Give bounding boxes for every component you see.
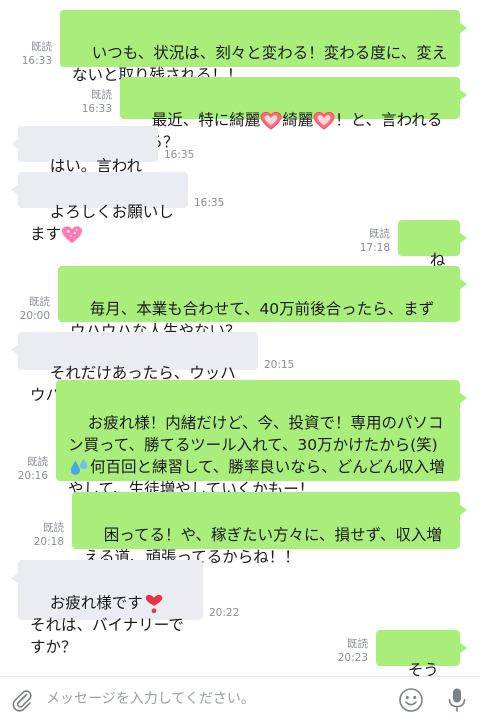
message-meta: 既読 16:33: [18, 40, 52, 68]
timestamp: 20:22: [209, 607, 240, 619]
timestamp: 16:33: [21, 55, 52, 67]
message-text: お疲れ様です: [49, 594, 143, 612]
read-receipt: 既読: [347, 638, 368, 650]
read-receipt: 既読: [29, 296, 50, 308]
message-meta: 既読 20:23: [334, 637, 368, 665]
message-bubble-outgoing[interactable]: いつも、状況は、刻々と変わる！変わる度に、変えないと取り残される！！: [60, 10, 467, 84]
message-meta: 既読 16:33: [78, 88, 112, 116]
sweat-drops-icon: [70, 458, 88, 475]
red-heart-exclamation-icon: [145, 594, 162, 613]
message-text: お疲れ様！内緒だけど、今、投資で！専用のパソコン買って、勝てるツール入れて、30…: [68, 414, 444, 454]
message-text: それは、バイナリーですか？: [30, 616, 184, 656]
read-receipt: 既読: [43, 522, 64, 534]
message-bubble-incoming[interactable]: よろしくお願いします: [11, 172, 188, 243]
message-text: 綺麗: [282, 111, 314, 129]
sparkling-heart-icon: [313, 111, 335, 130]
read-receipt: 既読: [27, 456, 48, 468]
message-bubble-outgoing[interactable]: 毎月、本業も合わせて、40万前後合ったら、まずウハウハな人生やない？: [58, 266, 467, 340]
read-receipt: 既読: [91, 89, 112, 101]
message-composer: [0, 676, 480, 721]
timestamp: 16:35: [194, 197, 225, 209]
message-meta: 既読 17:18: [356, 227, 390, 255]
timestamp: 17:18: [359, 242, 390, 254]
timestamp: 20:23: [337, 652, 368, 664]
smiley-icon[interactable]: [398, 687, 424, 713]
message-meta: 20:15: [264, 358, 304, 372]
paperclip-icon[interactable]: [10, 688, 34, 712]
message-input[interactable]: [46, 685, 386, 713]
message-meta: 既読 20:18: [30, 521, 64, 549]
message-bubble-incoming[interactable]: はい。言われます。: [11, 126, 158, 197]
read-receipt: 既読: [31, 41, 52, 53]
message-bubble-incoming[interactable]: お疲れ様ですそれは、バイナリーですか？: [11, 560, 203, 656]
read-receipt: 既読: [369, 228, 390, 240]
message-text: 最近、特に綺麗: [151, 111, 261, 129]
timestamp: 20:15: [264, 359, 295, 371]
sparkling-heart-icon: [260, 111, 282, 130]
message-meta: 既読 20:16: [14, 455, 48, 483]
message-meta: 20:22: [209, 606, 249, 620]
message-bubble-outgoing[interactable]: ねー！: [398, 220, 467, 291]
message-text: よろしくお願いします: [30, 203, 174, 243]
message-bubble-outgoing[interactable]: そうそう！: [376, 630, 467, 701]
message-bubble-outgoing[interactable]: 困ってる！や、稼ぎたい方々に、損せず、収入増える道、頑張ってるからね！！: [72, 492, 467, 566]
chat-log: いつも、状況は、刻々と変わる！変わる度に、変えないと取り残される！！ 既読 16…: [0, 0, 480, 701]
message-meta: 16:35: [194, 196, 234, 210]
timestamp: 16:33: [81, 103, 112, 115]
message-bubble-incoming[interactable]: それだけあったら、ウッハウハです: [11, 332, 258, 405]
message-meta: 16:35: [164, 148, 204, 162]
microphone-icon[interactable]: [446, 687, 468, 713]
message-bubble-outgoing[interactable]: 最近、特に綺麗綺麗！と、言われるやろ？: [120, 77, 467, 151]
message-bubble-outgoing[interactable]: お疲れ様！内緒だけど、今、投資で！専用のパソコン買って、勝てるツール入れて、30…: [56, 380, 467, 498]
timestamp: 16:35: [164, 149, 195, 161]
timestamp: 20:16: [17, 470, 48, 482]
timestamp: 20:18: [33, 536, 64, 548]
sparkle-pink-heart-icon: [62, 225, 83, 243]
timestamp: 20:00: [19, 310, 50, 322]
message-meta: 既読 20:00: [16, 295, 50, 323]
